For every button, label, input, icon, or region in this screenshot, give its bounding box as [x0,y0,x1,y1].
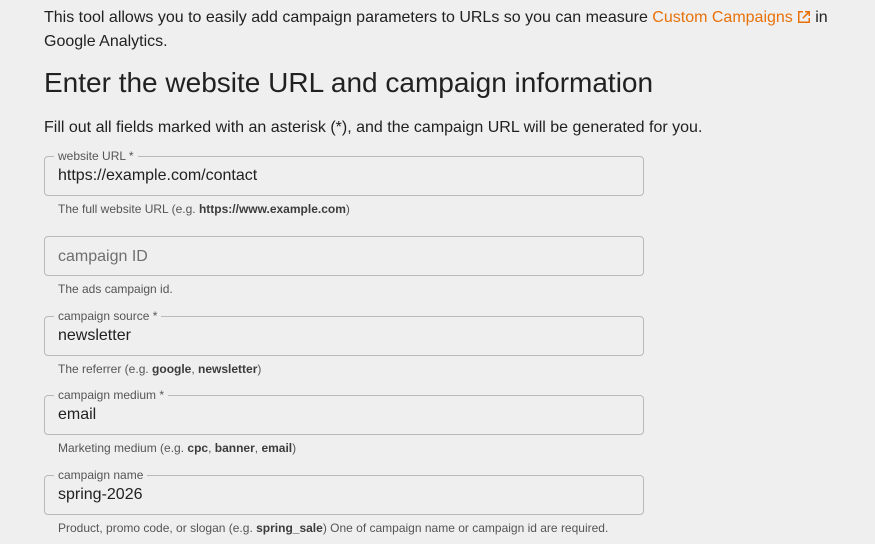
campaign-source-help: The referrer (e.g. google, newsletter) [58,362,262,376]
campaign-medium-field[interactable]: campaign medium * email [44,388,644,435]
custom-campaigns-link[interactable]: Custom Campaigns [652,9,811,26]
form-instructions: Fill out all fields marked with an aster… [44,119,703,136]
campaign-id-field[interactable]: campaign ID [44,236,644,276]
campaign-name-input[interactable]: spring-2026 [58,485,143,505]
page-heading: Enter the website URL and campaign infor… [44,67,654,98]
campaign-medium-input[interactable]: email [58,405,96,425]
custom-campaigns-link-label[interactable]: Custom Campaigns [652,9,793,26]
intro-text: This tool allows you to easily add campa… [44,9,653,26]
campaign-source-field[interactable]: campaign source * newsletter [44,309,644,356]
campaign-source-label: campaign source * [54,309,162,323]
external-link-icon[interactable] [797,10,811,24]
campaign-name-help: Product, promo code, or slogan (e.g. spr… [58,521,609,535]
website-url-help: The full website URL (e.g. https://www.e… [58,202,350,216]
campaign-id-input[interactable]: campaign ID [58,247,148,267]
website-url-label: website URL * [54,149,138,163]
campaign-medium-label: campaign medium * [54,388,169,402]
campaign-name-label: campaign name [54,468,148,482]
campaign-medium-help: Marketing medium (e.g. cpc, banner, emai… [58,441,297,455]
campaign-id-help: The ads campaign id. [58,282,173,296]
campaign-source-input[interactable]: newsletter [58,326,131,346]
campaign-name-field[interactable]: campaign name spring-2026 [44,468,644,515]
website-url-field[interactable]: website URL * https://example.com/contac… [44,149,644,196]
website-url-input[interactable]: https://example.com/contact [58,166,257,186]
intro-paragraph: This tool allows you to easily add campa… [44,6,844,54]
